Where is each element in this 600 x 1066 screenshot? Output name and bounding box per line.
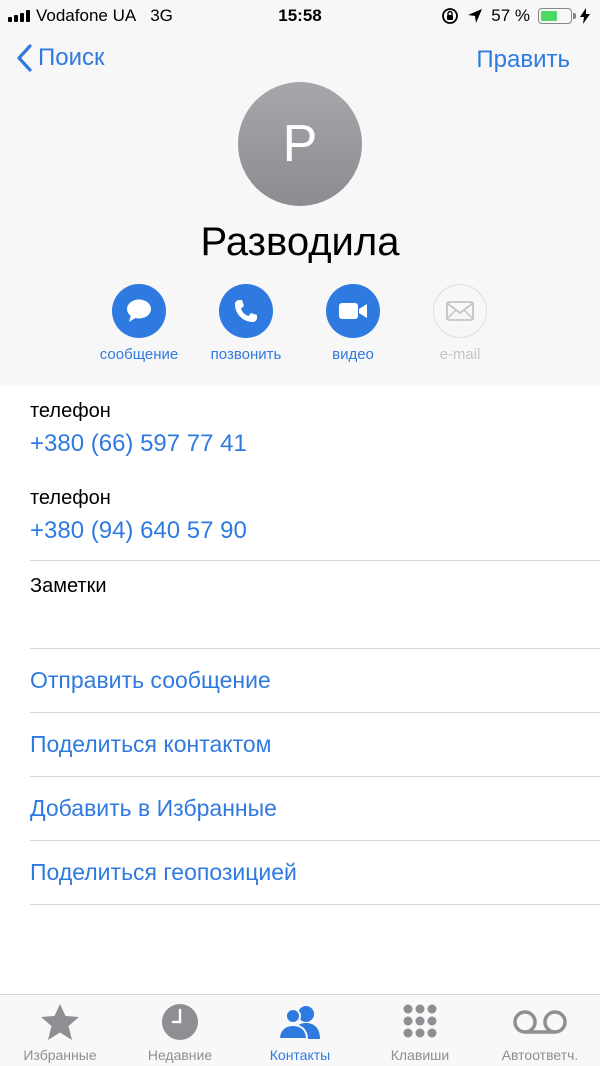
divider — [30, 712, 600, 713]
notes-label[interactable]: Заметки — [30, 575, 107, 598]
status-bar-right: 57 % — [441, 6, 590, 26]
contacts-icon — [277, 1006, 320, 1040]
divider — [30, 840, 600, 841]
star-icon — [41, 1004, 79, 1040]
contact-actions: сообщение позвонить видео e-mail — [0, 284, 600, 374]
tab-voicemail-label: Автоответч. — [501, 1047, 579, 1063]
clock-icon — [162, 1004, 198, 1040]
keypad-icon — [403, 1004, 437, 1038]
battery-level — [541, 11, 557, 21]
tab-recents-label: Недавние — [147, 1047, 213, 1063]
message-action-button[interactable]: сообщение — [84, 284, 194, 363]
message-action-label: сообщение — [99, 346, 179, 363]
tab-contacts-label: Контакты — [269, 1047, 331, 1063]
charging-bolt-icon — [580, 8, 590, 24]
avatar: P — [238, 82, 362, 206]
tab-recents[interactable]: Недавние — [120, 1001, 240, 1063]
phone-1-value[interactable]: +380 (66) 597 77 41 — [30, 430, 247, 458]
battery-icon — [538, 8, 576, 24]
edit-button[interactable]: Править — [476, 46, 570, 74]
tab-voicemail[interactable]: Автоответч. — [480, 1001, 600, 1063]
divider — [30, 560, 600, 561]
message-bubble-icon — [127, 299, 151, 322]
message-action-circle — [112, 284, 166, 338]
status-bar: Vodafone UA 3G 15:58 57 % — [0, 0, 600, 32]
location-arrow-icon — [468, 9, 483, 23]
chevron-left-icon — [17, 44, 32, 72]
tab-keypad[interactable]: Клавиши — [360, 1001, 480, 1063]
call-action-button[interactable]: позвонить — [191, 284, 301, 363]
phone-icon — [235, 300, 257, 322]
voicemail-icon — [513, 1010, 567, 1034]
battery-percent: 57 % — [491, 6, 530, 25]
tab-favorites[interactable]: Избранные — [0, 1001, 120, 1063]
tab-favorites-label: Избранные — [23, 1047, 97, 1063]
send-message-link[interactable]: Отправить сообщение — [30, 667, 271, 694]
phone-2-value[interactable]: +380 (94) 640 57 90 — [30, 517, 247, 545]
call-action-circle — [219, 284, 273, 338]
email-action-label: e-mail — [439, 346, 481, 363]
back-button[interactable]: Поиск — [16, 44, 105, 72]
tab-keypad-label: Клавиши — [390, 1047, 450, 1063]
video-action-label: видео — [332, 346, 374, 363]
share-location-link[interactable]: Поделиться геопозицией — [30, 859, 297, 886]
video-action-button[interactable]: видео — [298, 284, 408, 363]
divider — [30, 648, 600, 649]
envelope-icon — [446, 301, 474, 321]
orientation-lock-icon — [442, 8, 459, 24]
video-action-circle — [326, 284, 380, 338]
tab-contacts[interactable]: Контакты — [240, 1001, 360, 1063]
email-action-circle — [433, 284, 487, 338]
divider — [30, 904, 600, 905]
tab-bar: Избранные Недавние Контакты Клавиши Авто… — [0, 994, 600, 1066]
email-action-button[interactable]: e-mail — [405, 284, 515, 363]
video-camera-icon — [339, 303, 367, 319]
share-contact-link[interactable]: Поделиться контактом — [30, 731, 271, 758]
back-button-label: Поиск — [38, 44, 105, 71]
add-to-favorites-link[interactable]: Добавить в Избранные — [30, 795, 277, 822]
divider — [30, 776, 600, 777]
call-action-label: позвонить — [210, 346, 282, 363]
contact-name: Разводила — [200, 220, 400, 264]
phone-2-label: телефон — [30, 487, 111, 509]
phone-1-label: телефон — [30, 400, 111, 422]
